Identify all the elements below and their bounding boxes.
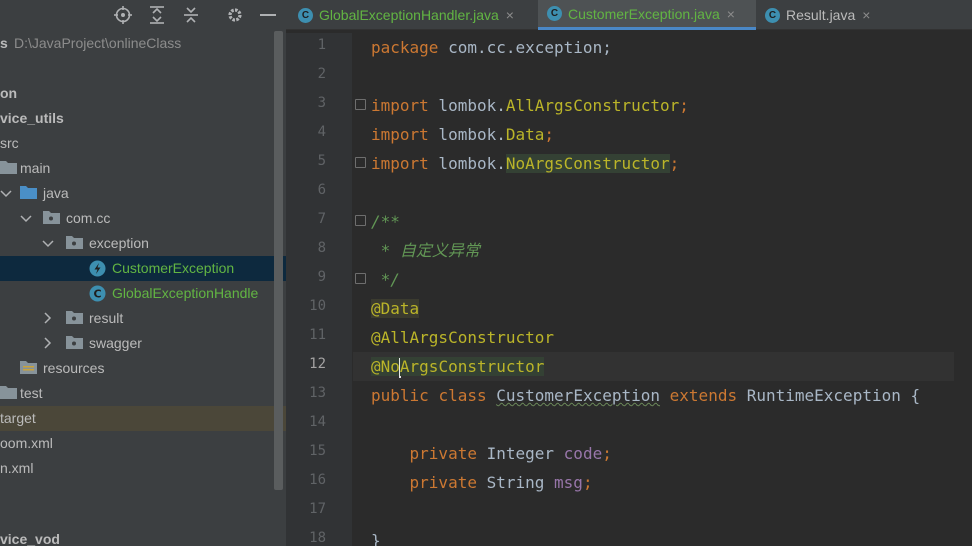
code-line: package com.cc.exception; [371, 38, 612, 57]
package-icon [66, 335, 83, 351]
tree-row-target[interactable]: target [0, 406, 286, 431]
chevron-right-icon[interactable] [42, 310, 54, 326]
tree-row-main[interactable]: main [0, 156, 286, 181]
code-line: * 自定义异常 [371, 241, 480, 260]
close-icon[interactable]: × [862, 7, 870, 23]
fold-marker-icon[interactable] [355, 157, 366, 168]
project-toolbar [0, 0, 286, 29]
tab-result[interactable]: C Result.java × [758, 0, 888, 30]
expand-all-icon[interactable] [147, 5, 167, 25]
minimize-icon[interactable] [258, 5, 278, 25]
code-line: import lombok.NoArgsConstructor; [371, 154, 680, 173]
tree-row-project-root[interactable]: s D:\JavaProject\onlineClass [0, 31, 286, 56]
tree-row-java[interactable]: java [0, 181, 286, 206]
tab-global-exception-handler[interactable]: C GlobalExceptionHandler.java × [292, 0, 536, 30]
chevron-right-icon[interactable] [42, 335, 54, 351]
code-line: private Integer code; [371, 444, 612, 463]
project-panel: s D:\JavaProject\onlineClass on vice_uti… [0, 0, 286, 546]
package-icon [66, 310, 83, 326]
crosshair-icon[interactable] [113, 5, 133, 25]
close-icon[interactable]: × [727, 6, 735, 22]
fold-marker-icon[interactable] [355, 273, 366, 284]
chevron-down-icon[interactable] [0, 185, 12, 201]
code-editor: C GlobalExceptionHandler.java × C Custom… [286, 0, 972, 546]
class-icon: C [298, 7, 313, 23]
class-icon: C [89, 285, 106, 302]
code-line: */ [371, 270, 400, 289]
code-line: /** [371, 212, 400, 231]
folder-icon [0, 385, 17, 401]
tree-row-module[interactable]: on [0, 81, 286, 106]
svg-text:C: C [93, 288, 101, 301]
gear-icon[interactable] [225, 5, 245, 25]
code-line: @Data [371, 299, 420, 318]
fold-marker-icon[interactable] [355, 215, 366, 226]
fold-marker-icon[interactable] [355, 99, 366, 110]
tree-row-resources[interactable]: resources [0, 356, 286, 381]
package-icon [66, 235, 83, 251]
code-line: public class CustomerException extends R… [371, 386, 921, 405]
tree-row-result[interactable]: result [0, 306, 286, 331]
tree-row-service-vod[interactable]: vice_vod [0, 527, 286, 546]
code-line: private String msg; [371, 473, 593, 492]
tree-row-exception[interactable]: exception [0, 231, 286, 256]
folder-icon [0, 160, 17, 176]
class-icon: C [547, 6, 562, 21]
resources-folder-icon [20, 360, 37, 376]
exception-class-icon [89, 260, 106, 277]
code-line: } [371, 531, 381, 546]
project-scrollbar[interactable] [274, 31, 283, 490]
code-line: import lombok.Data; [371, 125, 555, 144]
code-line: @AllArgsConstructor [371, 328, 555, 347]
tree-row-global-exception-handler[interactable]: C GlobalExceptionHandle [0, 281, 286, 306]
code-line: import lombok.AllArgsConstructor; [371, 96, 689, 115]
collapse-all-icon[interactable] [181, 5, 201, 25]
close-icon[interactable]: × [506, 7, 514, 23]
chevron-down-icon[interactable] [20, 210, 32, 226]
tree-row-com-cc[interactable]: com.cc [0, 206, 286, 231]
package-icon [43, 210, 60, 226]
tree-row-pom-xml[interactable]: oom.xml [0, 431, 286, 456]
chevron-down-icon[interactable] [42, 235, 54, 251]
editor-tab-bar: C GlobalExceptionHandler.java × C Custom… [286, 0, 972, 30]
tree-row-customer-exception[interactable]: CustomerException [0, 256, 286, 281]
class-icon: C [765, 7, 780, 23]
tree-row-test[interactable]: test [0, 381, 286, 406]
code-line-current: @NoArgsConstructor [353, 352, 954, 381]
tree-row-service-utils[interactable]: vice_utils [0, 106, 286, 131]
line-number-gutter: 1 2 3 4 5 6 7 8 9 10 11 12 13 14 15 16 1… [286, 33, 352, 546]
tree-row-xml-file[interactable]: n.xml [0, 456, 286, 481]
source-folder-icon [20, 185, 37, 201]
tree-row-swagger[interactable]: swagger [0, 331, 286, 356]
tab-customer-exception[interactable]: C CustomerException.java × [538, 0, 756, 30]
tree-row-src[interactable]: src [0, 131, 286, 156]
